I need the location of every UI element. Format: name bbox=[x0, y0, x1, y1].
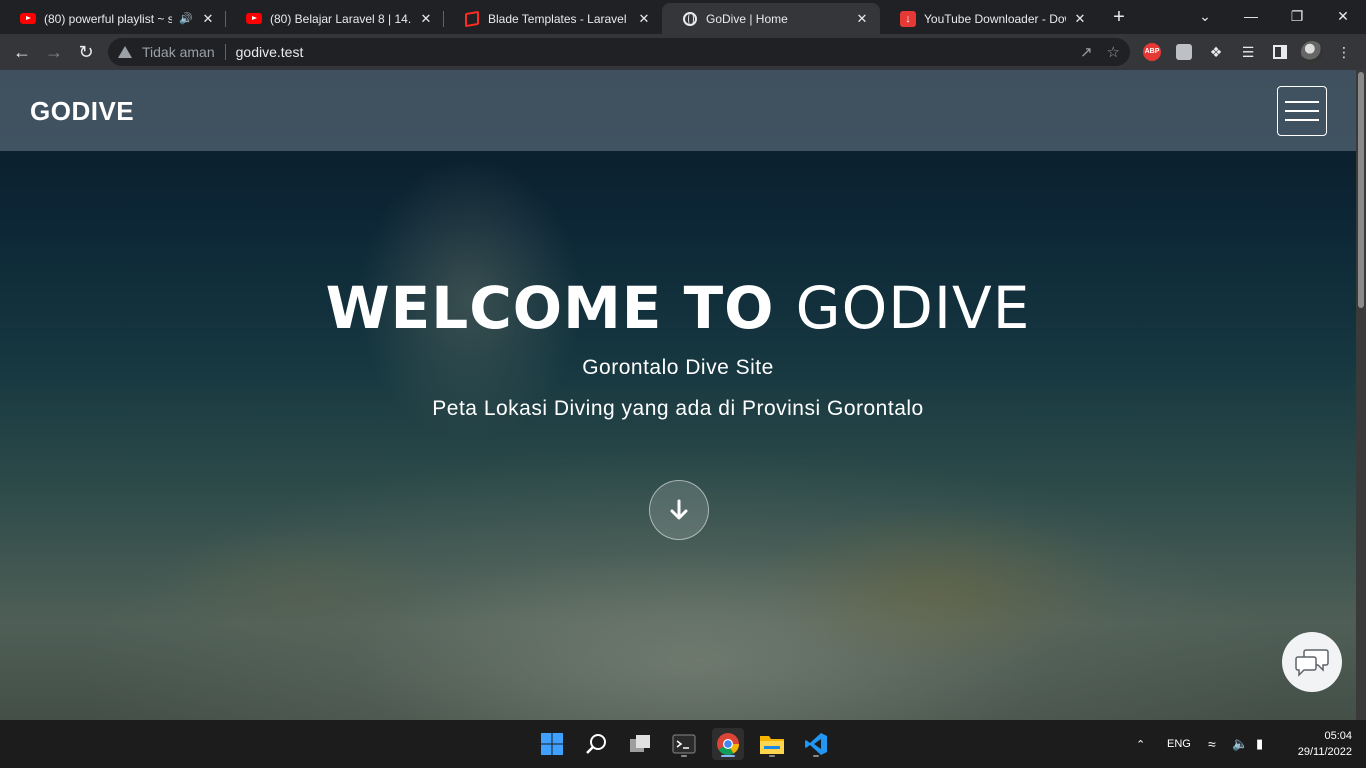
tab-title: YouTube Downloader - Down bbox=[924, 11, 1066, 26]
profile-avatar[interactable] bbox=[1301, 41, 1323, 63]
tab-title: GoDive | Home bbox=[706, 11, 788, 26]
browser-toolbar: ← → ↻ Tidak aman godive.test ↗ ☆ ABP ❖ ☰… bbox=[0, 34, 1366, 70]
media-control-icon[interactable]: ☰ bbox=[1237, 41, 1259, 63]
hero-description: Peta Lokasi Diving yang ada di Provinsi … bbox=[432, 397, 924, 420]
tab-powerful-playlist[interactable]: (80) powerful playlist ~ s 🔊 ✕ bbox=[0, 3, 226, 34]
hero-title-bold: WELCOME TO bbox=[325, 274, 775, 342]
file-explorer-icon[interactable] bbox=[756, 728, 788, 760]
reload-button[interactable]: ↻ bbox=[72, 38, 100, 66]
chat-button[interactable] bbox=[1282, 632, 1342, 692]
chat-bubbles-icon bbox=[1295, 649, 1329, 677]
security-label[interactable]: Tidak aman bbox=[142, 44, 215, 60]
menu-kebab-icon[interactable]: ⋮ bbox=[1333, 41, 1355, 63]
close-window-button[interactable]: ✕ bbox=[1320, 0, 1366, 32]
side-panel-icon[interactable] bbox=[1269, 41, 1291, 63]
wifi-icon[interactable]: ≈ bbox=[1208, 720, 1216, 768]
speaker-icon[interactable]: 🔊 bbox=[178, 11, 194, 27]
youtube-icon bbox=[246, 11, 262, 27]
task-view-icon[interactable] bbox=[624, 728, 656, 760]
search-icon[interactable] bbox=[580, 728, 612, 760]
bookmark-star-icon[interactable]: ☆ bbox=[1107, 43, 1120, 61]
vscode-icon[interactable] bbox=[800, 728, 832, 760]
tab-strip: (80) powerful playlist ~ s 🔊 ✕ (80) Bela… bbox=[0, 0, 1366, 34]
close-tab-icon[interactable]: ✕ bbox=[200, 11, 216, 27]
back-button[interactable]: ← bbox=[8, 38, 36, 66]
share-icon[interactable]: ↗ bbox=[1080, 43, 1093, 61]
windows-taskbar: ⌃ ENG ≈ 🔈 ▮ 05:04 29/11/2022 bbox=[0, 720, 1366, 768]
extension-icon[interactable] bbox=[1173, 41, 1195, 63]
tab-blade-templates[interactable]: Blade Templates - Laravel - Th ✕ bbox=[444, 3, 662, 34]
globe-icon bbox=[682, 11, 698, 27]
hero-title-light: GODIVE bbox=[795, 274, 1031, 342]
clock-time: 05:04 bbox=[1324, 730, 1352, 742]
close-tab-icon[interactable]: ✕ bbox=[418, 11, 434, 27]
restore-button[interactable]: ❐ bbox=[1274, 0, 1320, 32]
browser-window: (80) powerful playlist ~ s 🔊 ✕ (80) Bela… bbox=[0, 0, 1366, 70]
scroll-down-button[interactable] bbox=[649, 480, 709, 540]
tab-belajar-laravel[interactable]: (80) Belajar Laravel 8 | 14. Vie ✕ bbox=[226, 3, 444, 34]
page-viewport: GODIVE WELCOME TO GODIVE Gorontalo Dive … bbox=[0, 70, 1366, 720]
url-text[interactable]: godive.test bbox=[236, 44, 304, 60]
download-icon: ↓ bbox=[900, 10, 916, 27]
chrome-icon[interactable] bbox=[712, 728, 744, 760]
windows-start-icon[interactable] bbox=[536, 728, 568, 760]
hero-section: WELCOME TO GODIVE Gorontalo Dive Site Pe… bbox=[0, 70, 1356, 720]
volume-icon[interactable]: 🔈 bbox=[1232, 720, 1248, 768]
arrow-down-icon bbox=[670, 499, 688, 520]
close-tab-icon[interactable]: ✕ bbox=[636, 11, 652, 27]
tab-title: (80) powerful playlist ~ s bbox=[44, 11, 172, 26]
puzzle-icon[interactable]: ❖ bbox=[1205, 41, 1227, 63]
tab-godive-home[interactable]: GoDive | Home ✕ bbox=[662, 3, 880, 34]
address-bar[interactable]: Tidak aman godive.test ↗ ☆ bbox=[108, 38, 1130, 66]
battery-icon[interactable]: ▮ bbox=[1256, 720, 1263, 768]
adblock-plus-icon[interactable]: ABP bbox=[1141, 41, 1163, 63]
scrollbar-thumb[interactable] bbox=[1358, 72, 1364, 308]
tab-search-chevron-icon[interactable]: ⌄ bbox=[1182, 0, 1228, 32]
close-tab-icon[interactable]: ✕ bbox=[1072, 11, 1088, 27]
tab-title: Blade Templates - Laravel - Th bbox=[488, 11, 630, 26]
system-clock[interactable]: 05:04 29/11/2022 bbox=[1282, 728, 1352, 760]
hero-title: WELCOME TO GODIVE bbox=[0, 274, 1356, 342]
laravel-icon bbox=[464, 10, 480, 27]
language-indicator[interactable]: ENG bbox=[1167, 720, 1191, 768]
tab-youtube-downloader[interactable]: ↓ YouTube Downloader - Down ✕ bbox=[880, 3, 1098, 34]
hero-subtitle: Gorontalo Dive Site bbox=[582, 356, 774, 379]
tab-title: (80) Belajar Laravel 8 | 14. Vie bbox=[270, 11, 412, 26]
warning-icon bbox=[118, 46, 132, 58]
forward-button[interactable]: → bbox=[40, 38, 68, 66]
show-hidden-icons-button[interactable]: ⌃ bbox=[1136, 720, 1145, 768]
new-tab-button[interactable]: + bbox=[1108, 7, 1130, 29]
terminal-icon[interactable] bbox=[668, 728, 700, 760]
close-tab-icon[interactable]: ✕ bbox=[854, 11, 870, 27]
clock-date: 29/11/2022 bbox=[1297, 746, 1352, 758]
page-scrollbar[interactable] bbox=[1356, 70, 1366, 720]
youtube-icon bbox=[20, 11, 36, 27]
minimize-button[interactable]: — bbox=[1228, 0, 1274, 32]
